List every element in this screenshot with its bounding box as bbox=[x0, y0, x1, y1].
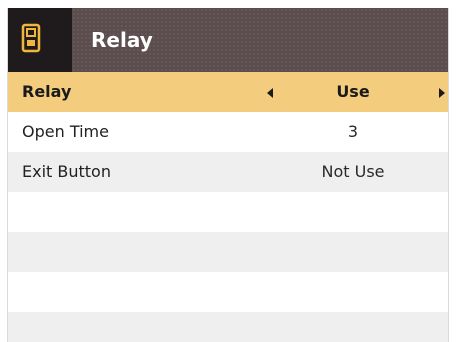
empty-row bbox=[8, 192, 448, 232]
empty-row bbox=[8, 272, 448, 312]
header-icon-box bbox=[8, 8, 72, 72]
setting-label-open-time: Open Time bbox=[22, 122, 109, 141]
relay-device-icon bbox=[21, 23, 41, 53]
relay-settings-screen: Relay Relay Use Open Time 3 Exit Button … bbox=[7, 8, 449, 342]
setting-row-exit-button[interactable]: Exit Button Not Use bbox=[8, 152, 448, 192]
settings-list: Relay Use Open Time 3 Exit Button Not Us… bbox=[8, 72, 448, 342]
setting-label-exit-button: Exit Button bbox=[22, 162, 111, 181]
setting-value-open-time: 3 bbox=[347, 122, 359, 141]
setting-row-open-time[interactable]: Open Time 3 bbox=[8, 112, 448, 152]
previous-option-arrow-icon[interactable] bbox=[267, 88, 273, 98]
setting-value-relay: Use bbox=[336, 82, 370, 101]
setting-label-relay: Relay bbox=[22, 82, 72, 101]
next-option-arrow-icon[interactable] bbox=[439, 88, 445, 98]
header-bar: Relay bbox=[8, 8, 448, 72]
setting-row-relay[interactable]: Relay Use bbox=[8, 72, 448, 112]
empty-row bbox=[8, 232, 448, 272]
setting-value-exit-button: Not Use bbox=[321, 162, 385, 181]
page-title: Relay bbox=[91, 28, 153, 52]
empty-row bbox=[8, 312, 448, 342]
